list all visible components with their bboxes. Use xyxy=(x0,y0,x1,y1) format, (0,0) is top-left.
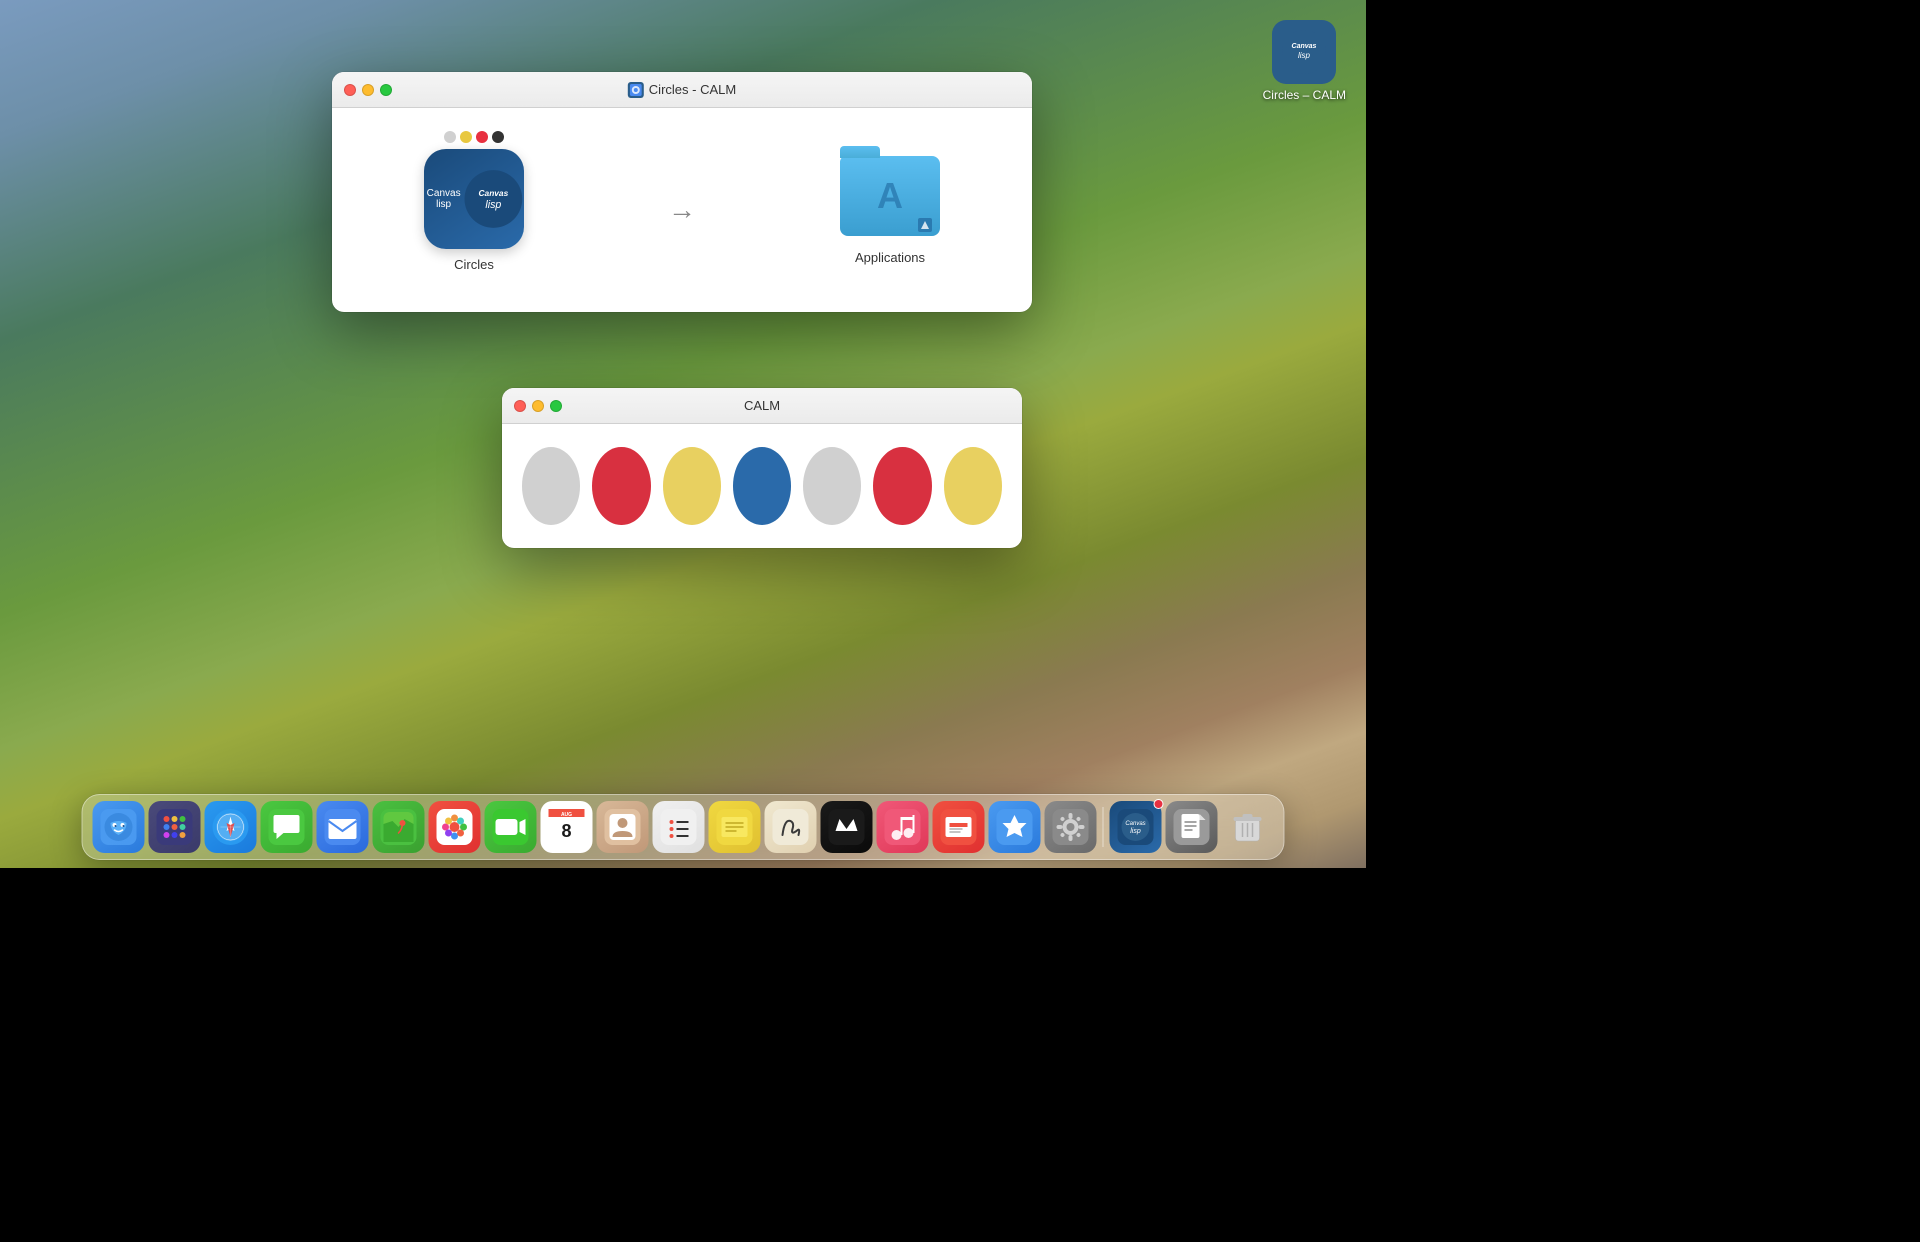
dock-item-appstore[interactable] xyxy=(989,801,1041,853)
window-title-text: Circles - CALM xyxy=(649,82,736,97)
dock-item-maps[interactable] xyxy=(373,801,425,853)
installer-content: Canvas lisp Circles → A xyxy=(332,108,1032,312)
calm-circle-yellow-1 xyxy=(663,447,721,525)
window-titlebar: Circles - CALM xyxy=(332,72,1032,108)
dock-item-messages[interactable] xyxy=(261,801,313,853)
svg-text:AUG: AUG xyxy=(561,812,572,818)
dock-item-appletv[interactable] xyxy=(821,801,873,853)
traffic-lights xyxy=(344,84,392,96)
svg-text:Canvas: Canvas xyxy=(479,187,509,197)
window-title: Circles - CALM xyxy=(628,82,736,98)
dock-item-news[interactable] xyxy=(933,801,985,853)
folder-body: A xyxy=(840,156,940,236)
calm-window-title: CALM xyxy=(744,398,780,413)
svg-text:Canvas: Canvas xyxy=(1125,821,1145,827)
applications-install-item[interactable]: A Applications xyxy=(840,156,940,265)
dock-item-reminders[interactable] xyxy=(653,801,705,853)
desktop-icon-label: Circles – CALM xyxy=(1263,88,1346,102)
dock-item-circles[interactable]: Canvas lisp xyxy=(1110,801,1162,853)
calm-circle-red-2 xyxy=(873,447,931,525)
circles-install-item[interactable]: Canvas lisp Circles xyxy=(424,149,524,272)
calm-minimize-button[interactable] xyxy=(532,400,544,412)
dock-circles-badge xyxy=(1154,799,1164,809)
dot-red xyxy=(476,131,488,143)
folder-tab xyxy=(840,146,880,158)
calm-close-button[interactable] xyxy=(514,400,526,412)
circles-app-icon[interactable]: Canvas lisp xyxy=(424,149,524,249)
dock-item-finder[interactable] xyxy=(93,801,145,853)
dock-item-music[interactable] xyxy=(877,801,929,853)
calm-title-text: CALM xyxy=(744,398,780,413)
dock-item-facetime[interactable] xyxy=(485,801,537,853)
dock-item-photos[interactable] xyxy=(429,801,481,853)
calm-titlebar: CALM xyxy=(502,388,1022,424)
dock-item-quicklook[interactable] xyxy=(1166,801,1218,853)
minimize-button[interactable] xyxy=(362,84,374,96)
svg-text:lisp: lisp xyxy=(486,199,502,211)
dot-gray xyxy=(444,131,456,143)
calm-maximize-button[interactable] xyxy=(550,400,562,412)
disk-image-icon xyxy=(628,82,644,98)
svg-text:lisp: lisp xyxy=(1298,51,1311,60)
svg-text:lisp: lisp xyxy=(1130,828,1141,835)
dock-item-freeform[interactable] xyxy=(765,801,817,853)
dock-item-launchpad[interactable] xyxy=(149,801,201,853)
calm-circle-blue xyxy=(733,447,791,525)
applications-item-label: Applications xyxy=(855,250,925,265)
circles-item-label: Circles xyxy=(454,257,494,272)
calm-traffic-lights xyxy=(514,400,562,412)
dock-item-calendar[interactable]: AUG 8 xyxy=(541,801,593,853)
install-arrow: → xyxy=(668,194,696,226)
dock-item-safari[interactable] xyxy=(205,801,257,853)
close-button[interactable] xyxy=(344,84,356,96)
calm-circles-content xyxy=(502,424,1022,548)
svg-text:Canvas: Canvas xyxy=(1292,43,1317,50)
dot-yellow xyxy=(460,131,472,143)
applications-folder-icon[interactable]: A xyxy=(840,156,940,242)
dock-item-notes[interactable] xyxy=(709,801,761,853)
calm-circle-gray-1 xyxy=(522,447,580,525)
desktop-icon-circles-calm[interactable]: Canvas lisp Circles – CALM xyxy=(1263,20,1346,102)
calm-circle-red-1 xyxy=(592,447,650,525)
dock-divider xyxy=(1103,807,1104,847)
dock-item-trash[interactable] xyxy=(1222,801,1274,853)
dock-item-mail[interactable] xyxy=(317,801,369,853)
dock-item-system-preferences[interactable] xyxy=(1045,801,1097,853)
svg-text:8: 8 xyxy=(561,821,571,841)
circles-calm-icon: Canvas lisp xyxy=(1272,20,1336,84)
folder-a-letter: A xyxy=(877,175,903,217)
calm-circle-gray-2 xyxy=(803,447,861,525)
dot-black xyxy=(492,131,504,143)
calm-window: CALM xyxy=(502,388,1022,548)
installer-window: Circles - CALM Canvas lisp xyxy=(332,72,1032,312)
maximize-button[interactable] xyxy=(380,84,392,96)
drag-dots xyxy=(444,131,504,143)
calm-circle-yellow-2 xyxy=(944,447,1002,525)
dock-item-contacts[interactable] xyxy=(597,801,649,853)
folder-arrow xyxy=(918,218,932,232)
dock: AUG 8 xyxy=(82,794,1285,860)
